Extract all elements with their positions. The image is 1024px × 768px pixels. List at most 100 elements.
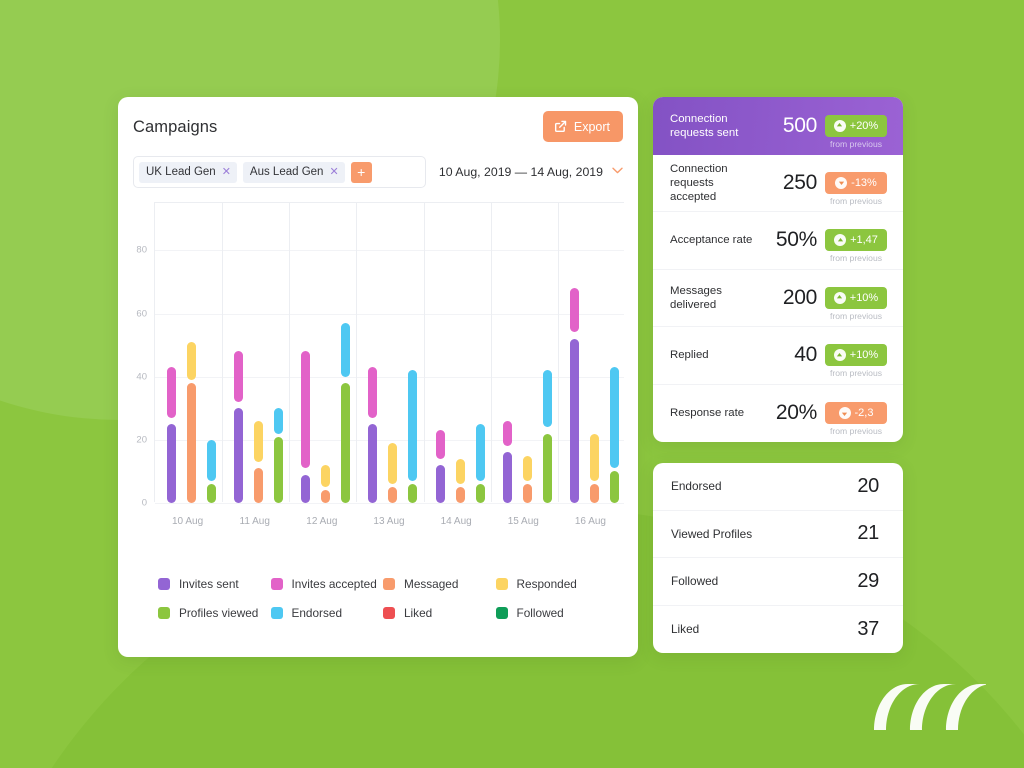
chart-gridline: [155, 250, 624, 252]
legend-item[interactable]: Profiles viewed: [158, 606, 271, 620]
stat-delta-wrapper: +20% from previous: [825, 114, 887, 149]
legend-item[interactable]: Responded: [495, 577, 609, 591]
chart-bar: [301, 474, 311, 503]
legend-label: Liked: [404, 606, 433, 620]
export-button[interactable]: Export: [542, 111, 623, 142]
stat-sublabel: from previous: [829, 195, 883, 206]
dashboard-root: Campaigns Export UK Lead Gen ✕ Aus Lead …: [0, 0, 1024, 768]
chart-y-tick-label: 20: [136, 434, 147, 446]
legend-item[interactable]: Messaged: [383, 577, 496, 591]
legend-label: Profiles viewed: [179, 606, 259, 620]
chart-category-divider: [222, 203, 224, 502]
count-value: 21: [857, 522, 879, 545]
legend-item[interactable]: Followed: [495, 606, 609, 620]
legend-label: Invites sent: [179, 577, 239, 591]
count-row: Endorsed 20: [653, 463, 903, 511]
add-campaign-button[interactable]: +: [350, 161, 372, 183]
chart-bar: [589, 433, 599, 481]
chart-bar: [609, 367, 619, 469]
close-icon[interactable]: ✕: [222, 166, 231, 178]
status-badge: -13%: [825, 171, 887, 194]
chart-bar: [408, 370, 418, 481]
chart-bar: [522, 484, 532, 503]
chevron-down-icon[interactable]: [612, 167, 623, 177]
campaign-chip[interactable]: Aus Lead Gen ✕: [242, 161, 345, 183]
stat-value: 20%: [775, 401, 817, 425]
chart-x-tick-label: 14 Aug: [440, 516, 472, 527]
legend-item[interactable]: Endorsed: [270, 606, 384, 620]
chart-bar: [435, 465, 445, 503]
external-link-icon: [554, 120, 567, 133]
chart-bar: [388, 487, 398, 503]
chart-bar: [542, 433, 552, 503]
stat-value: 200: [782, 285, 817, 309]
count-row: Followed 29: [653, 558, 903, 606]
chart-x-tick-label: 16 Aug: [574, 516, 606, 527]
legend-label: Responded: [516, 577, 577, 591]
legend-swatch: [270, 607, 283, 619]
chart-x-tick-label: 15 Aug: [507, 516, 539, 527]
chart-category-divider: [356, 203, 358, 502]
legend-item[interactable]: Invites sent: [158, 577, 271, 591]
chart-bar: [187, 341, 196, 380]
date-range-label: 10 Aug, 2019 — 14 Aug, 2019: [438, 165, 603, 179]
arrow-up-icon: [833, 119, 846, 132]
legend-swatch: [383, 578, 395, 590]
status-badge: +1,47: [825, 229, 887, 252]
card-header: Campaigns Export: [118, 97, 638, 159]
stat-delta-wrapper: +10% from previous: [825, 286, 887, 321]
chart-bar: [274, 436, 284, 503]
stat-delta-wrapper: +1,47 from previous: [825, 229, 887, 263]
chart-bar: [341, 323, 351, 377]
campaign-chip-label: Aus Lead Gen: [249, 166, 324, 178]
status-badge: -2,3: [825, 402, 887, 425]
stat-value: 40: [794, 343, 817, 367]
stat-row: Connection requests sent 500 +20% from prev…: [653, 97, 903, 155]
campaign-chip[interactable]: UK Lead Gen ✕: [139, 161, 237, 183]
stat-delta-label: +10%: [849, 349, 879, 362]
legend-swatch: [158, 578, 170, 590]
chart-y-tick-label: 0: [141, 497, 147, 509]
chart-gridline: [155, 376, 624, 378]
legend-item[interactable]: Liked: [383, 606, 496, 620]
chart-x-tick-label: 10 Aug: [171, 516, 204, 527]
chart-bar: [368, 367, 378, 418]
chart-category-divider: [490, 203, 492, 502]
chart-bar: [167, 424, 176, 503]
stat-delta-wrapper: -13% from previous: [825, 171, 887, 206]
chart-bar: [234, 408, 244, 503]
stat-delta-label: +20%: [849, 119, 879, 132]
stat-sublabel: from previous: [829, 253, 883, 264]
campaign-filter-input[interactable]: UK Lead Gen ✕ Aus Lead Gen ✕ +: [133, 156, 426, 188]
chart-bar: [408, 484, 418, 503]
arrow-down-icon: [835, 176, 848, 189]
stat-sublabel: from previous: [829, 368, 883, 379]
legend-item[interactable]: Invites accepted: [270, 577, 384, 591]
stat-row: Connection requests accepted 250 -13% from …: [653, 155, 903, 212]
chart-bar: [455, 458, 465, 485]
stat-value: 500: [782, 113, 817, 137]
campaigns-card: Campaigns Export UK Lead Gen ✕ Aus Lead …: [118, 97, 638, 657]
arrow-up-icon: [833, 349, 846, 362]
stats-card: Connection requests sent 500 +20% from prev…: [653, 97, 903, 442]
count-label: Endorsed: [671, 479, 722, 494]
chart-bar: [609, 471, 619, 503]
legend-label: Invites accepted: [291, 577, 377, 591]
stat-row: Messages delivered 200 +10% from previous: [653, 270, 903, 327]
legend-swatch: [270, 578, 283, 590]
chart-bar: [475, 484, 485, 503]
count-label: Viewed Profiles: [671, 526, 753, 541]
close-icon[interactable]: ✕: [329, 166, 338, 178]
chart-category-divider: [423, 203, 425, 502]
stat-sublabel: from previous: [829, 310, 883, 321]
chart-bar: [569, 288, 579, 333]
legend-label: Followed: [516, 606, 564, 620]
stat-delta-label: -13%: [851, 176, 877, 189]
chart-x-tick-label: 13 Aug: [373, 516, 405, 527]
chart-bar: [502, 420, 512, 447]
stat-label: Acceptance rate: [670, 234, 753, 247]
date-range-selector[interactable]: 10 Aug, 2019 — 14 Aug, 2019: [439, 156, 623, 188]
chart-gridline: [155, 313, 624, 315]
chart-bar: [167, 367, 176, 418]
chart-frame: 0 20 40 60 80: [136, 202, 624, 509]
